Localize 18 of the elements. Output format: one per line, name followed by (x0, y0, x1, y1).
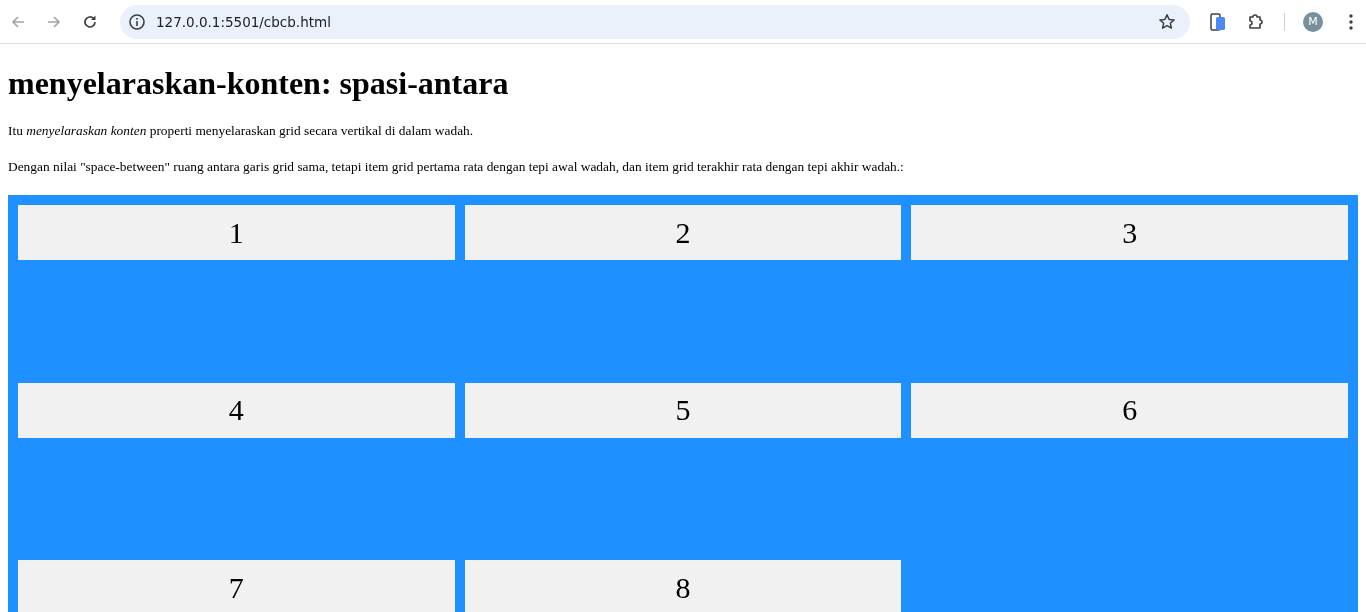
paragraph: Dengan nilai "space-between" ruang antara garis grid sama, tetapi item grid pertama rata dengan tepi awal wadah, dan item grid terakhir rata dengan tepi akhir wadah.: (8, 159, 905, 175)
reload-icon[interactable] (82, 13, 98, 30)
grid-item: 2 (464, 205, 902, 260)
grid-item: 1 (18, 205, 455, 260)
grid-item: 3 (911, 205, 1348, 260)
grid-item: 4 (18, 382, 455, 438)
url-text: 127.0.0.1:5501/cbcb.html (156, 13, 332, 30)
grid-item: 6 (911, 382, 1348, 438)
star-icon[interactable] (1158, 12, 1176, 31)
info-icon[interactable] (128, 12, 146, 31)
page-heading: menyelaraskan-konten: spasi-antara (8, 65, 510, 102)
puzzle-icon[interactable] (1246, 11, 1266, 32)
grid-item: 7 (18, 560, 455, 612)
grid-item: 8 (464, 560, 902, 612)
paragraph: Itu menyelaraskan konten properti menyelaraskan grid secara vertikal di dalam wadah. (8, 123, 475, 139)
grid-item: 5 (464, 382, 902, 438)
address-bar[interactable]: 127.0.0.1:5501/cbcb.html (120, 4, 1190, 39)
phone-icon[interactable] (1208, 11, 1228, 32)
